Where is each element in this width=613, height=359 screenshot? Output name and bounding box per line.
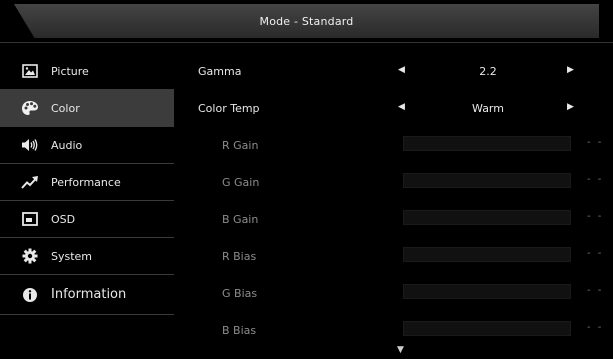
g-gain-value: - - bbox=[587, 174, 604, 185]
r-bias-row[interactable]: R Bias - - bbox=[198, 238, 613, 275]
header-divider bbox=[0, 42, 613, 43]
b-gain-value: - - bbox=[587, 211, 604, 222]
scroll-down-icon[interactable]: ▼ bbox=[397, 345, 404, 355]
g-bias-label: G Bias bbox=[222, 287, 258, 300]
sidebar-item-label: OSD bbox=[51, 212, 76, 226]
color-temp-left-arrow-icon[interactable]: ◀ bbox=[398, 102, 405, 112]
sidebar-item-color[interactable]: Color bbox=[0, 90, 174, 127]
color-temp-label: Color Temp bbox=[198, 102, 260, 115]
sidebar-item-label: Picture bbox=[51, 64, 89, 78]
sidebar-item-label: System bbox=[51, 249, 93, 263]
g-bias-row[interactable]: G Bias - - bbox=[198, 275, 613, 312]
r-bias-slider[interactable] bbox=[403, 247, 571, 262]
color-temp-value: Warm bbox=[472, 102, 504, 115]
osd-menu: Mode - Standard Picture Color Audio Perf… bbox=[0, 0, 613, 359]
b-bias-row[interactable]: B Bias - - bbox=[198, 312, 613, 349]
g-bias-slider[interactable] bbox=[403, 284, 571, 299]
osd-window-icon bbox=[21, 210, 39, 228]
gamma-right-arrow-icon[interactable]: ▶ bbox=[567, 65, 574, 75]
b-gain-label: B Gain bbox=[222, 213, 259, 226]
gamma-value: 2.2 bbox=[479, 65, 497, 78]
b-bias-value: - - bbox=[587, 322, 604, 333]
b-bias-slider[interactable] bbox=[403, 321, 571, 336]
color-settings-panel: Gamma ◀ 2.2 ▶ Color Temp ◀ Warm ▶ R Gain… bbox=[198, 53, 613, 349]
sidebar-item-information[interactable]: Information bbox=[0, 275, 174, 315]
gamma-row[interactable]: Gamma ◀ 2.2 ▶ bbox=[198, 53, 613, 90]
sidebar-item-label: Performance bbox=[51, 175, 121, 189]
page-title: Mode - Standard bbox=[259, 14, 354, 28]
sidebar-item-performance[interactable]: Performance bbox=[0, 164, 174, 201]
sidebar-item-picture[interactable]: Picture bbox=[0, 53, 174, 90]
info-icon bbox=[21, 286, 39, 304]
r-gain-value: - - bbox=[587, 137, 604, 148]
header-bar: Mode - Standard bbox=[14, 4, 599, 38]
palette-icon bbox=[21, 99, 39, 117]
gamma-label: Gamma bbox=[198, 65, 242, 78]
b-bias-label: B Bias bbox=[222, 324, 257, 337]
color-temp-row[interactable]: Color Temp ◀ Warm ▶ bbox=[198, 90, 613, 127]
gamma-left-arrow-icon[interactable]: ◀ bbox=[398, 65, 405, 75]
sidebar-item-osd[interactable]: OSD bbox=[0, 201, 174, 238]
sidebar-item-label: Color bbox=[51, 101, 80, 115]
r-gain-slider[interactable] bbox=[403, 136, 571, 151]
g-gain-slider[interactable] bbox=[403, 173, 571, 188]
b-gain-row[interactable]: B Gain - - bbox=[198, 201, 613, 238]
b-gain-slider[interactable] bbox=[403, 210, 571, 225]
r-gain-row[interactable]: R Gain - - bbox=[198, 127, 613, 164]
picture-icon bbox=[21, 62, 39, 80]
speaker-icon bbox=[21, 136, 39, 154]
trend-arrow-icon bbox=[21, 173, 39, 191]
sidebar-item-audio[interactable]: Audio bbox=[0, 127, 174, 164]
r-bias-value: - - bbox=[587, 248, 604, 259]
g-bias-value: - - bbox=[587, 285, 604, 296]
color-temp-right-arrow-icon[interactable]: ▶ bbox=[567, 102, 574, 112]
g-gain-row[interactable]: G Gain - - bbox=[198, 164, 613, 201]
r-gain-label: R Gain bbox=[222, 139, 259, 152]
sidebar: Picture Color Audio Performance OSD Syst… bbox=[0, 53, 174, 315]
sidebar-item-system[interactable]: System bbox=[0, 238, 174, 275]
r-bias-label: R Bias bbox=[222, 250, 257, 263]
sidebar-item-label: Audio bbox=[51, 138, 83, 152]
sidebar-item-label: Information bbox=[51, 287, 127, 302]
g-gain-label: G Gain bbox=[222, 176, 260, 189]
gear-icon bbox=[21, 247, 39, 265]
